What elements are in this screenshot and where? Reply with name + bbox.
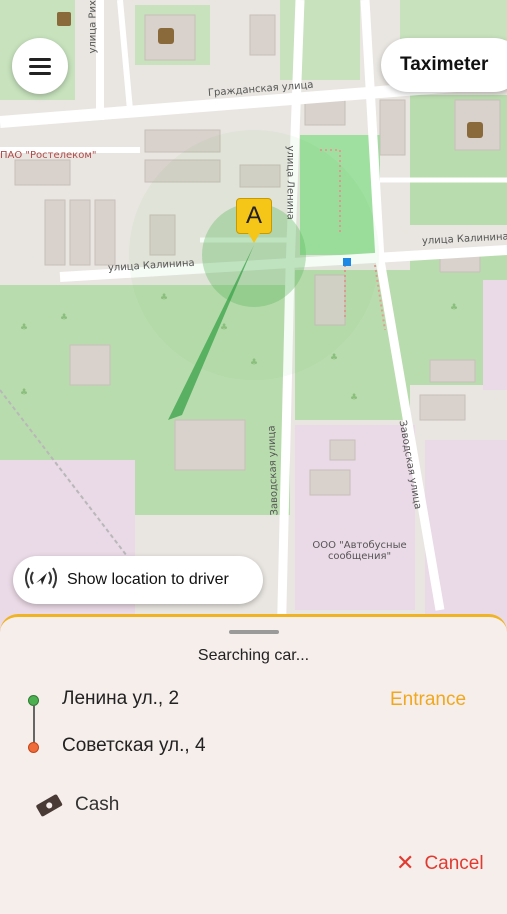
location-broadcast-icon xyxy=(23,564,59,596)
svg-text:♣: ♣ xyxy=(20,323,28,333)
show-location-label: Show location to driver xyxy=(67,571,229,588)
pickup-pin[interactable]: A xyxy=(236,198,272,234)
menu-button[interactable] xyxy=(12,38,68,94)
destination-dot-icon xyxy=(28,742,39,753)
svg-text:♣: ♣ xyxy=(160,293,168,303)
svg-text:♣: ♣ xyxy=(330,353,338,363)
cash-icon xyxy=(34,792,64,822)
taximeter-button[interactable]: Taximeter xyxy=(381,38,507,92)
svg-text:♣: ♣ xyxy=(350,393,358,403)
destination-address[interactable]: Советская ул., 4 xyxy=(62,735,206,757)
sheet-drag-handle[interactable] xyxy=(229,630,279,634)
cancel-label: Cancel xyxy=(424,853,484,874)
svg-text:♣: ♣ xyxy=(60,313,68,323)
show-location-button[interactable]: Show location to driver xyxy=(13,556,263,604)
pickup-pin-tail xyxy=(248,233,260,243)
payment-method[interactable]: Cash xyxy=(75,794,119,816)
taximeter-label: Taximeter xyxy=(400,54,489,75)
origin-address[interactable]: Ленина ул., 2 xyxy=(62,688,179,710)
cancel-button[interactable]: ✕ Cancel xyxy=(396,853,484,875)
svg-text:♣: ♣ xyxy=(20,388,28,398)
svg-text:♣: ♣ xyxy=(250,358,258,368)
poi-label: ПАО "Ростелеком" xyxy=(0,150,97,161)
svg-text:♣: ♣ xyxy=(220,323,228,333)
route-connector xyxy=(33,705,35,745)
poi-label: ООО "Автобусные сообщения" xyxy=(312,540,407,562)
svg-text:♣: ♣ xyxy=(450,303,458,313)
order-sheet: Searching car... Ленина ул., 2 Entrance … xyxy=(0,614,507,914)
order-status: Searching car... xyxy=(197,647,310,664)
street-label: улица Рихарда Зорге xyxy=(88,0,99,54)
close-icon: ✕ xyxy=(396,851,415,876)
street-label: улица Ленина xyxy=(284,145,296,220)
hamburger-menu-icon xyxy=(29,58,51,75)
entrance-button[interactable]: Entrance xyxy=(390,689,466,711)
